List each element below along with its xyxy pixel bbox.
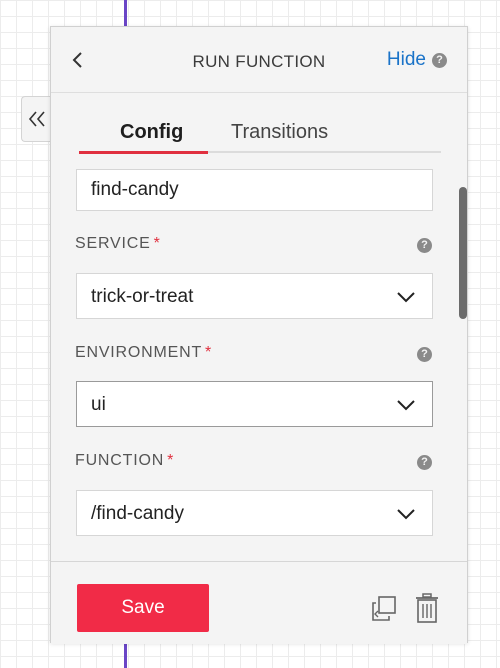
hide-link[interactable]: Hide (387, 49, 426, 71)
duplicate-icon (372, 596, 396, 621)
chevrons-left-icon (28, 111, 45, 127)
required-marker: * (205, 344, 213, 361)
save-button[interactable]: Save (77, 584, 209, 632)
tab-config[interactable]: Config (120, 121, 183, 144)
help-icon[interactable]: ? (417, 238, 432, 253)
chevron-down-icon (397, 509, 415, 520)
run-function-panel: RUN FUNCTION Hide ? Config Transitions S… (50, 26, 468, 644)
trash-icon (416, 593, 438, 623)
tab-transitions[interactable]: Transitions (231, 121, 328, 144)
function-label: FUNCTION * (75, 452, 175, 469)
workflow-connector-line-bottom (124, 643, 127, 668)
environment-label: ENVIRONMENT * (75, 344, 213, 361)
required-marker: * (153, 235, 161, 252)
active-tab-indicator (79, 151, 208, 154)
function-select-value: /find-candy (91, 503, 184, 524)
help-icon[interactable]: ? (417, 455, 432, 470)
help-icon[interactable]: ? (432, 52, 447, 68)
workflow-connector-line-top (124, 0, 127, 26)
hide-control: Hide ? (387, 49, 447, 71)
service-label: SERVICE * (75, 235, 161, 252)
delete-button[interactable] (415, 592, 439, 624)
service-select-value: trick-or-treat (91, 286, 194, 307)
environment-select[interactable]: ui (76, 381, 433, 427)
chevron-down-icon (397, 400, 415, 411)
duplicate-button[interactable] (369, 594, 399, 624)
panel-header: RUN FUNCTION Hide ? (51, 27, 467, 93)
help-icon[interactable]: ? (417, 347, 432, 362)
config-form: SERVICE* ? trick-or-treat ENVIRONMENT* ?… (51, 169, 467, 561)
tab-bar: Config Transitions (79, 113, 441, 154)
collapse-panel-tab[interactable] (21, 96, 51, 142)
step-name-input[interactable] (76, 169, 433, 211)
required-marker: * (167, 452, 175, 469)
panel-footer: Save (51, 561, 467, 644)
chevron-down-icon (397, 292, 415, 303)
service-select[interactable]: trick-or-treat (76, 273, 433, 319)
environment-select-value: ui (91, 394, 106, 415)
function-select[interactable]: /find-candy (76, 490, 433, 536)
scrollbar-thumb[interactable] (459, 187, 467, 319)
